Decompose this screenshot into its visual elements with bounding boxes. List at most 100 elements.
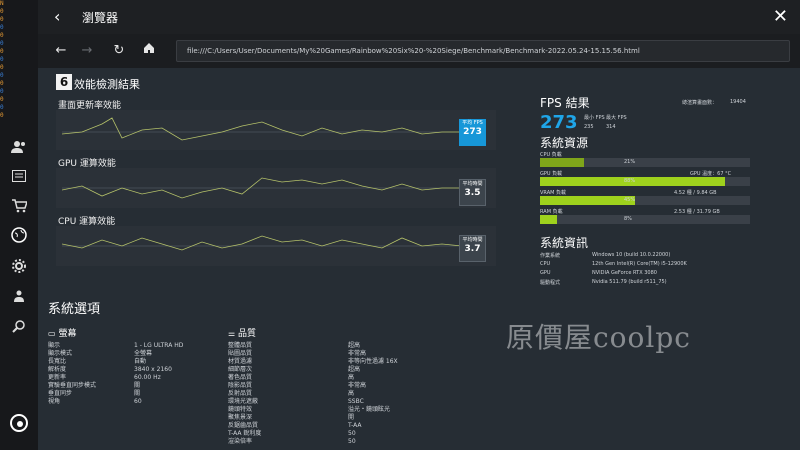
left-sidebar: N 0 0 0 0 0 0 0 0 0 0 0 0 0 0 — [0, 0, 38, 450]
ram-load-label: RAM 負載 — [540, 209, 563, 215]
overlay-line: 0 — [0, 96, 4, 103]
overlay-line: 0 — [0, 40, 4, 47]
quality-key: T-AA 銳利度 — [228, 430, 262, 437]
display-value: 自動 — [134, 358, 147, 365]
quality-value: SSBC — [348, 398, 364, 405]
display-keys: 顯示 顯示模式 長寬比 解析度 更新率 實驗垂直同步模式 垂直同步 視角 — [48, 342, 96, 406]
sliders-icon: ⚌ — [228, 329, 236, 338]
display-value: 關 — [134, 390, 141, 397]
quality-key: 反射品質 — [228, 390, 253, 397]
quality-key: 反鋸齒品質 — [228, 422, 259, 429]
sysinfo-key: GPU — [540, 270, 551, 276]
display-value: 全螢幕 — [134, 350, 153, 357]
gpu-load-label: GPU 負載 — [540, 171, 563, 177]
display-section: ▭ 螢幕 — [48, 326, 76, 339]
quality-key: 整體品質 — [228, 342, 253, 349]
display-key: 更新率 — [48, 374, 67, 381]
overlay-line: 0 — [0, 32, 4, 39]
benchmark-page: 6 效能檢測結果 畫面更新率效能 平均 FPS 273 GPU 運算效能 平均時… — [38, 68, 800, 450]
gpu-load-pct: 88% — [624, 178, 636, 184]
fps-result-title: FPS 結果 — [540, 96, 590, 110]
quality-key: 材質過濾 — [228, 358, 253, 365]
quality-key: 渲染倍率 — [228, 438, 253, 445]
total-frames-value: 19404 — [730, 99, 746, 105]
home-icon[interactable] — [140, 42, 158, 60]
refresh-chart — [56, 110, 496, 150]
cpu-load-label: CPU 負載 — [540, 152, 562, 158]
gpu-avg-time-badge: 平均時間 3.5 — [459, 179, 486, 206]
quality-key: 細節層次 — [228, 366, 253, 373]
quality-value: 非常高 — [348, 382, 367, 389]
display-key: 解析度 — [48, 366, 67, 373]
search-icon[interactable] — [9, 316, 29, 336]
fps-value: 273 — [540, 112, 578, 133]
quality-value: 非等向性過濾 16X — [348, 358, 398, 365]
friends-icon[interactable] — [9, 137, 29, 157]
quality-value: 開 — [348, 414, 355, 421]
nav-back-icon[interactable]: ← — [52, 42, 70, 60]
quality-value: 超高 — [348, 366, 361, 373]
quality-values: 超高 非常高 非等向性過濾 16X 超高 高 非常高 高 SSBC 溢光・鏡頭眩… — [348, 342, 398, 446]
overlay-line: N — [0, 0, 4, 7]
sysinfo-value: Windows 10 (build 10.0.22000) — [592, 252, 671, 258]
url-field[interactable]: file:///C:/Users/User/Documents/My%20Gam… — [176, 40, 790, 62]
overlay-line: 0 — [0, 16, 4, 23]
quality-key: 陰影品質 — [228, 382, 253, 389]
vram-usage: 4.52 種 / 9.84 GB — [674, 190, 717, 196]
gpu-chart — [56, 168, 496, 208]
coolpc-watermark: 原價屋coolpc — [506, 321, 691, 354]
back-arrow-icon[interactable]: ‹ — [54, 8, 70, 26]
ram-load-fill — [540, 215, 557, 224]
display-key: 垂直同步 — [48, 390, 73, 397]
avg-fps-value: 273 — [463, 127, 482, 137]
browser-nav-bar: ← → ↻ file:///C:/Users/User/Documents/My… — [38, 34, 800, 68]
quality-key: 著色品質 — [228, 374, 253, 381]
store-cart-icon[interactable] — [9, 196, 29, 216]
display-key: 視角 — [48, 398, 61, 405]
overlay-line: 0 — [0, 48, 4, 55]
quality-value: 溢光・鏡頭眩光 — [348, 406, 391, 413]
refresh-icon[interactable]: ↻ — [110, 42, 128, 60]
overlay-line: 0 — [0, 112, 4, 119]
total-frames-label: 總渲算畫面數： — [682, 100, 718, 106]
nav-forward-icon[interactable]: → — [78, 42, 96, 60]
display-key: 實驗垂直同步模式 — [48, 382, 97, 389]
fps-min-label: 最小 FPS — [584, 115, 605, 121]
browser-globe-icon[interactable] — [9, 225, 29, 245]
quality-value: 非常高 — [348, 350, 367, 357]
display-value: 60.00 Hz — [134, 374, 161, 381]
overlay-line: 0 — [0, 64, 4, 71]
sysinfo-key: 作業系統 — [540, 253, 561, 259]
display-value: 1 - LG ULTRA HD — [134, 342, 184, 349]
quality-value: 50 — [348, 438, 356, 445]
gpu-load-bar — [540, 177, 750, 186]
cpu-avg-time-badge: 平均時間 3.7 — [459, 235, 486, 262]
quality-key: 環境光遮蔽 — [228, 398, 259, 405]
quality-value: 超高 — [348, 342, 361, 349]
ubisoft-logo-icon[interactable] — [9, 413, 29, 433]
account-icon[interactable] — [9, 286, 29, 306]
page-title: 效能檢測結果 — [74, 78, 140, 91]
overlay-line: 0 — [0, 80, 4, 87]
cpu-avg-value: 3.7 — [464, 244, 481, 254]
ram-usage: 2.53 種 / 31.79 GB — [674, 209, 720, 215]
cpu-load-bar — [540, 158, 750, 167]
cpu-load-pct: 21% — [624, 159, 636, 165]
quality-key: 聚焦景深 — [228, 414, 253, 421]
quality-value: T-AA — [348, 422, 362, 429]
display-value: 60 — [134, 398, 142, 405]
overlay-line: 0 — [0, 8, 4, 15]
display-value: 3840 x 2160 — [134, 366, 172, 373]
quality-key: 貼圖品質 — [228, 350, 253, 357]
quality-section: ⚌ 品質 — [228, 326, 256, 339]
options-title: 系統選項 — [48, 302, 101, 317]
sysinfo-value: 12th Gen Intel(R) Core(TM) i5-12900K — [592, 261, 687, 267]
vram-load-fill — [540, 196, 635, 205]
news-icon[interactable] — [9, 166, 29, 186]
settings-gear-icon[interactable] — [9, 256, 29, 276]
monitor-icon: ▭ — [48, 329, 56, 338]
fps-min-value: 235 — [584, 124, 594, 130]
close-icon[interactable]: ✕ — [773, 6, 788, 27]
resources-title: 系統資源 — [540, 136, 589, 150]
quality-key: 鏡頭特效 — [228, 406, 253, 413]
